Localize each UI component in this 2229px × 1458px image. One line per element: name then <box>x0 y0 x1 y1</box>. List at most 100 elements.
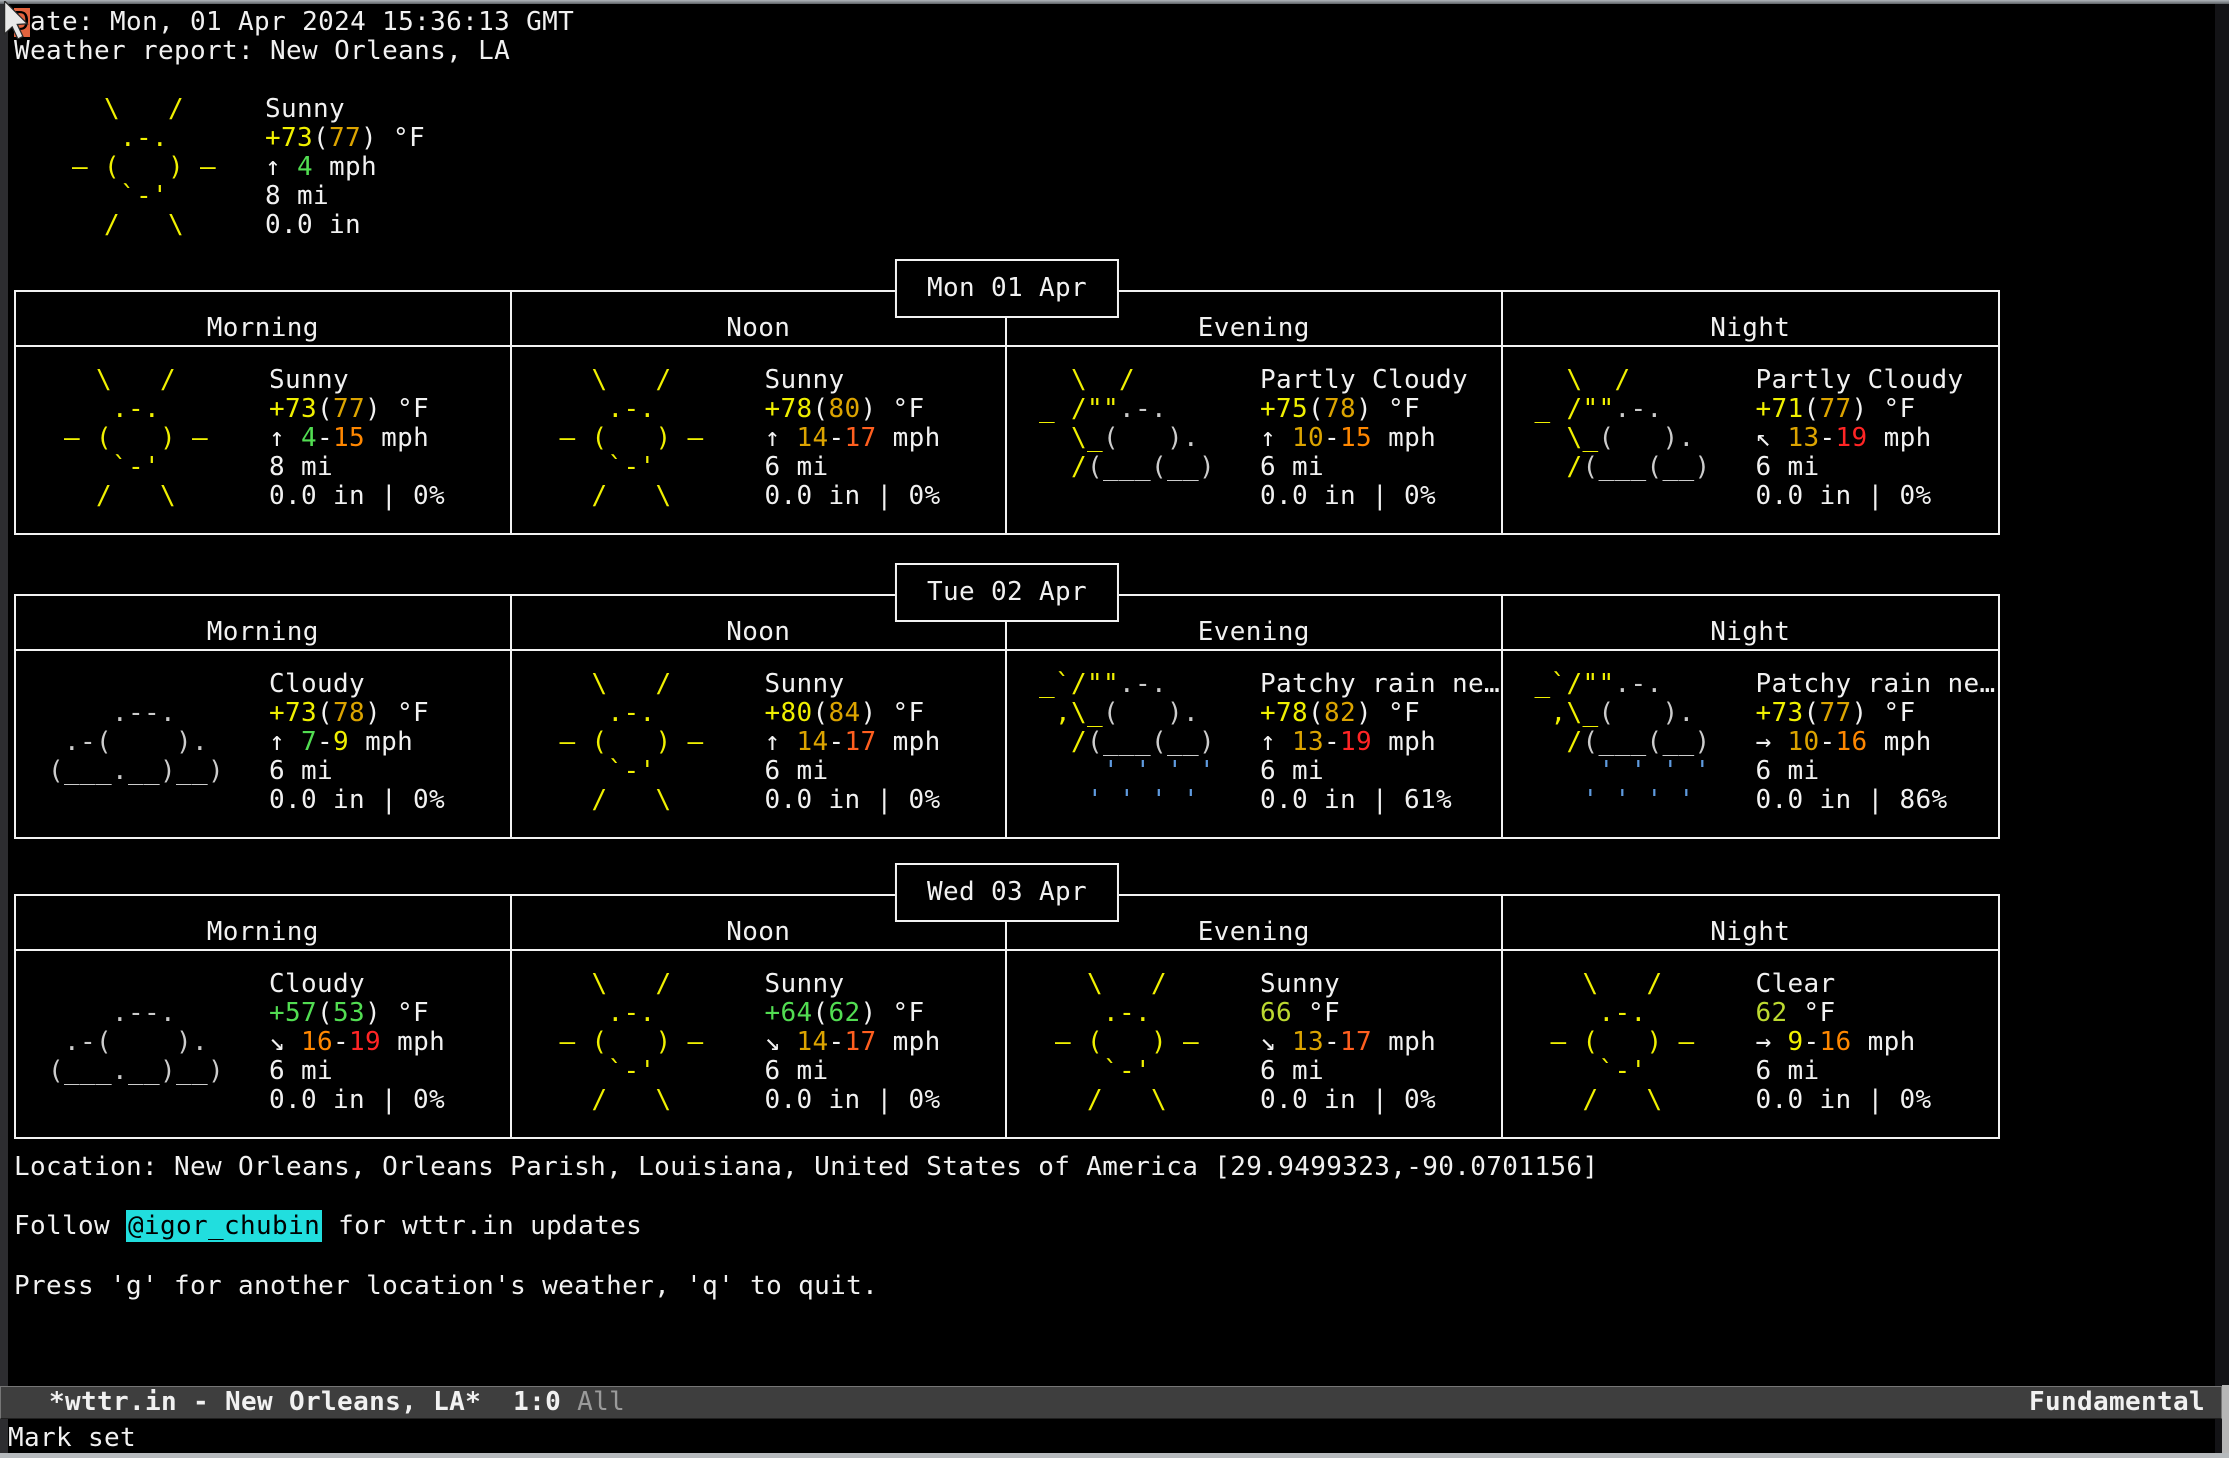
day-table-body: .--. .-( ). (___.__)__) Cloudy+57(53) °F… <box>16 951 1998 1137</box>
forecast-cell-evening: \ / .-. ― ( ) ― `-' / \Sunny66 °F↘ 13-17… <box>1007 951 1503 1137</box>
token: ( <box>1804 394 1820 424</box>
visibility-text: 6 mi <box>269 1057 445 1086</box>
token: ( <box>813 998 829 1028</box>
token: ↖ <box>1756 423 1788 453</box>
forecast-cell-morning: .--. .-( ). (___.__)__) Cloudy+57(53) °F… <box>16 951 512 1137</box>
day-table-body: \ / .-. ― ( ) ― `-' / \Sunny+73(77) °F↑ … <box>16 347 1998 533</box>
token: °F <box>1292 998 1340 1028</box>
token: 14 <box>797 1027 829 1057</box>
token: ↘ <box>269 1027 301 1057</box>
token: ) °F <box>1356 394 1420 424</box>
token: 14 <box>797 727 829 757</box>
token: ) °F <box>1852 698 1916 728</box>
token: 77 <box>1820 394 1852 424</box>
cell-text: Partly Cloudy+75(78) °F↑ 10-15 mph6 mi0.… <box>1260 366 1468 533</box>
weather-icon-cloud: .--. .-( ). (___.__)__) <box>32 670 269 837</box>
precipitation-text: 0.0 in | 0% <box>765 482 941 511</box>
token: ↘ <box>1260 1027 1292 1057</box>
cell-text: Cloudy+57(53) °F↘ 16-19 mph6 mi0.0 in | … <box>269 970 445 1137</box>
modeline-major-mode[interactable]: Fundamental <box>2029 1388 2205 1417</box>
token: ↑ <box>1260 727 1292 757</box>
token: - <box>1324 423 1340 453</box>
cell-text: Sunny+80(84) °F↑ 14-17 mph6 mi0.0 in | 0… <box>765 670 941 837</box>
token: mph <box>1868 423 1932 453</box>
precipitation-text: 0.0 in | 0% <box>765 786 941 815</box>
cell-text: Sunny+64(62) °F↘ 14-17 mph6 mi0.0 in | 0… <box>765 970 941 1137</box>
column-header-night: Night <box>1503 596 1999 649</box>
window-bottom-border <box>0 1453 2229 1458</box>
weather-icon-sun: \ / .-. ― ( ) ― `-' / \ <box>528 970 765 1137</box>
window-left-border <box>0 4 8 1453</box>
condition-text: Sunny <box>765 366 941 395</box>
column-header-night: Night <box>1503 896 1999 949</box>
condition-text: Partly Cloudy <box>1756 366 1964 395</box>
cell-text: Patchy rain ne…+78(82) °F↑ 13-19 mph6 mi… <box>1260 670 1500 837</box>
token: ↑ <box>265 152 297 182</box>
token: 78 <box>1324 394 1356 424</box>
token: 13 <box>1292 1027 1324 1057</box>
forecast-day-mon-01-apr: MorningNoonEveningNight \ / .-. ― ( ) ― … <box>14 259 2000 537</box>
temperature-text: +80(84) °F <box>765 699 941 728</box>
twitter-handle-link[interactable]: @igor_chubin <box>126 1210 322 1242</box>
condition-text: Sunny <box>269 366 445 395</box>
temperature-text: +73(77) °F <box>269 395 445 424</box>
condition-text: Cloudy <box>269 670 445 699</box>
token: 19 <box>1836 423 1868 453</box>
day-table: MorningNoonEveningNight .--. .-( ). (___… <box>14 594 2000 839</box>
token: ) °F <box>361 123 425 153</box>
wind-text: → 9-16 mph <box>1756 1028 1932 1057</box>
precipitation-text: 0.0 in <box>265 211 425 240</box>
column-header-morning: Morning <box>16 292 512 345</box>
precipitation-text: 0.0 in | 0% <box>1756 1086 1932 1115</box>
precipitation-text: 0.0 in | 0% <box>765 1086 941 1115</box>
token: ↑ <box>765 727 797 757</box>
visibility-text: 6 mi <box>765 1057 941 1086</box>
mouse-cursor-icon <box>1 1 31 39</box>
token: - <box>1820 727 1836 757</box>
token: ( <box>1804 698 1820 728</box>
condition-text: Clear <box>1756 970 1932 999</box>
weather-icon-sun: \ / .-. ― ( ) ― `-' / \ <box>1519 970 1756 1137</box>
visibility-text: 6 mi <box>1260 453 1468 482</box>
token: - <box>829 1027 845 1057</box>
token: 77 <box>329 123 361 153</box>
wind-text: ↑ 14-17 mph <box>765 424 941 453</box>
token: - <box>1820 423 1836 453</box>
wind-text: → 10-16 mph <box>1756 728 1996 757</box>
date-line: Date: Mon, 01 Apr 2024 15:36:13 GMT <box>14 8 574 37</box>
wind-text: ↘ 13-17 mph <box>1260 1028 1436 1057</box>
condition-text: Cloudy <box>269 970 445 999</box>
location-line: Location: New Orleans, Orleans Parish, L… <box>14 1153 1598 1182</box>
token: 62 <box>1756 998 1788 1028</box>
cell-text: Sunny66 °F↘ 13-17 mph6 mi0.0 in | 0% <box>1260 970 1436 1137</box>
condition-text: Sunny <box>765 670 941 699</box>
token: ( <box>813 394 829 424</box>
date-text: ate: Mon, 01 Apr 2024 15:36:13 GMT <box>30 7 574 37</box>
temperature-text: 62 °F <box>1756 999 1932 1028</box>
forecast-cell-morning: \ / .-. ― ( ) ― `-' / \Sunny+73(77) °F↑ … <box>16 347 512 533</box>
token: mph <box>1868 727 1932 757</box>
token: 9 <box>1788 1027 1804 1057</box>
modeline: *wttr.in - New Orleans, LA* 1:0 AllFunda… <box>0 1386 2222 1419</box>
temperature-text: +78(80) °F <box>765 395 941 424</box>
window-corner <box>2222 1385 2229 1458</box>
token: ) °F <box>861 698 925 728</box>
scrollbar[interactable] <box>2215 4 2229 1458</box>
token: mph <box>349 727 413 757</box>
token: ) °F <box>861 394 925 424</box>
modeline-buffer-name[interactable]: *wttr.in - New Orleans, LA* <box>49 1388 481 1417</box>
token: 15 <box>333 423 365 453</box>
token: mph <box>1852 1027 1916 1057</box>
precipitation-text: 0.0 in | 0% <box>269 1086 445 1115</box>
condition-text: Sunny <box>265 95 425 124</box>
condition-text: Sunny <box>1260 970 1436 999</box>
token: ( <box>317 998 333 1028</box>
cell-text: Partly Cloudy+71(77) °F↖ 13-19 mph6 mi0.… <box>1756 366 1964 533</box>
cell-text: Clear62 °F→ 9-16 mph6 mi0.0 in | 0% <box>1756 970 1932 1137</box>
keyboard-hint-line: Press 'g' for another location's weather… <box>14 1272 878 1301</box>
token: ) °F <box>1852 394 1916 424</box>
token: ) °F <box>365 998 429 1028</box>
weather-icon-cloud: .--. .-( ). (___.__)__) <box>32 970 269 1137</box>
token: +73 <box>1756 698 1804 728</box>
column-header-night: Night <box>1503 292 1999 345</box>
